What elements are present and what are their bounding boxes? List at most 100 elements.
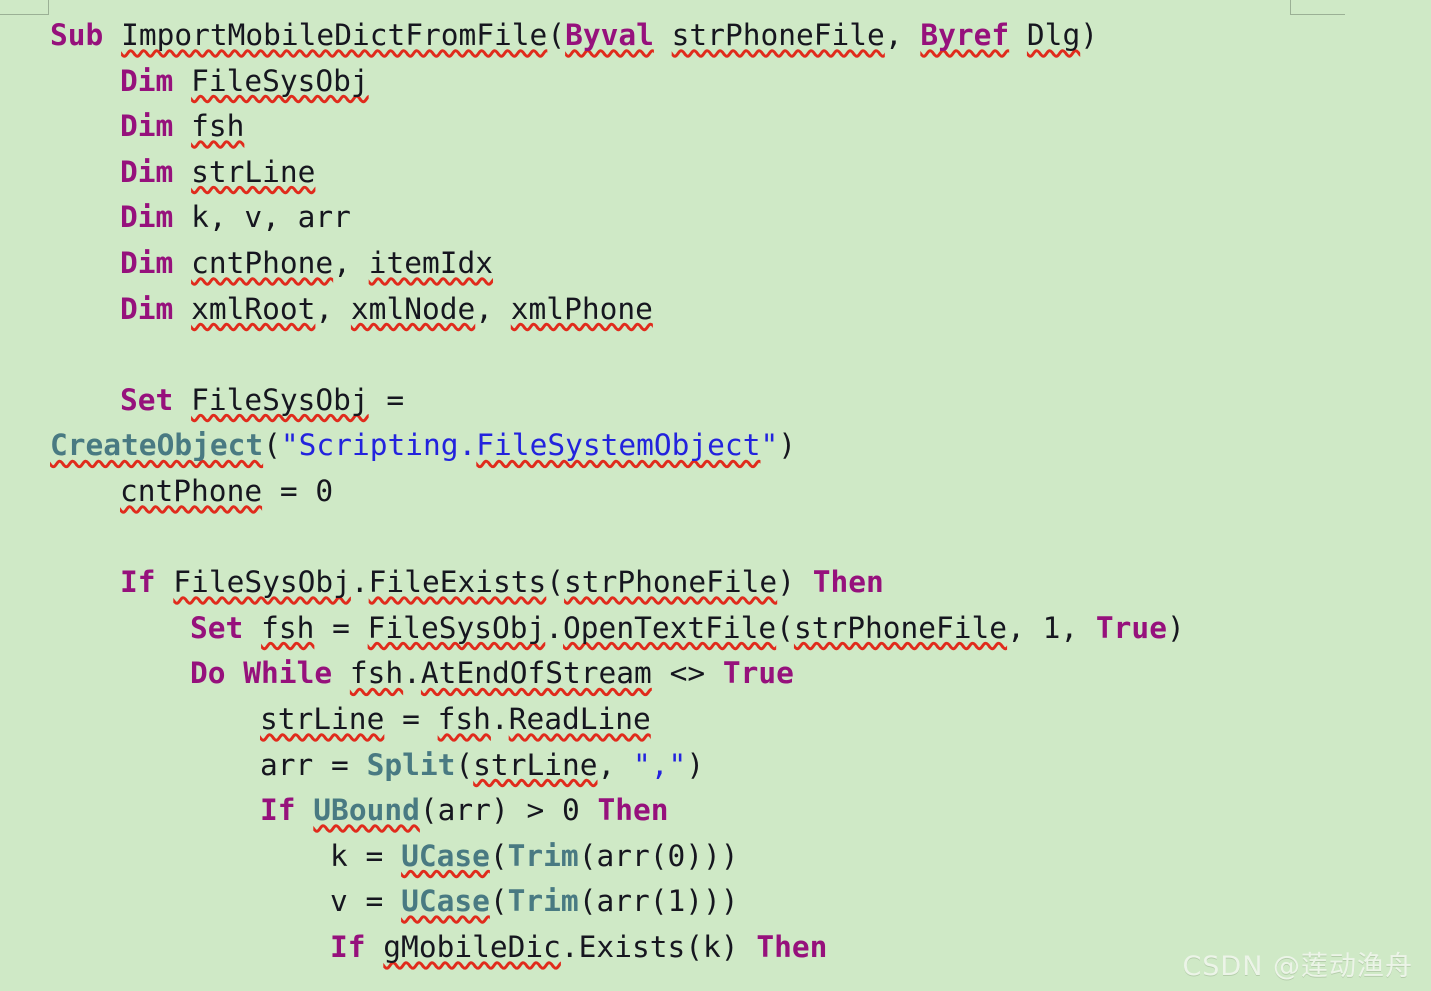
code-token: ( xyxy=(649,838,668,873)
code-token: strLine xyxy=(473,747,598,782)
code-token: ( xyxy=(455,747,474,782)
code-token: xmlNode xyxy=(350,291,476,326)
code-token: If xyxy=(260,793,296,828)
code-token: strLine xyxy=(191,154,316,189)
code-token: CreateObject xyxy=(50,428,264,463)
code-token: = xyxy=(368,382,422,417)
code-token: ) xyxy=(1166,610,1185,645)
code-token: ) > xyxy=(490,793,562,828)
code-token: k xyxy=(330,838,348,873)
code-token: , xyxy=(1007,610,1043,645)
csdn-watermark: CSDN @莲动渔舟 xyxy=(1182,951,1413,982)
code-token: , xyxy=(475,291,511,326)
code-token: ( xyxy=(649,884,668,919)
code-line: Dim cntPhone, itemIdx xyxy=(0,241,1431,287)
code-line: Dim fsh xyxy=(0,104,1431,150)
code-token: , xyxy=(597,747,634,782)
code-token: 0 xyxy=(315,473,334,508)
code-token: FileSysObj xyxy=(367,610,546,645)
code-token: xmlPhone xyxy=(510,291,653,326)
code-token: v xyxy=(330,884,348,919)
code-token: . xyxy=(350,565,369,600)
code-token: Exists xyxy=(578,929,686,964)
code-token: strLine xyxy=(260,701,385,736)
code-token: . xyxy=(490,701,509,736)
code-token: arr xyxy=(260,747,314,782)
code-token: arr xyxy=(596,838,650,873)
code-token: Dim xyxy=(120,109,174,144)
code-token: ( xyxy=(685,929,704,964)
code-token: ( xyxy=(489,838,508,873)
code-token: FileExists xyxy=(368,565,547,600)
code-line: v = UCase(Trim(arr(1))) xyxy=(0,879,1431,925)
code-token: 0 xyxy=(561,793,580,828)
code-token: ( xyxy=(578,838,597,873)
code-token: Dim xyxy=(120,291,174,326)
code-token: " xyxy=(280,428,299,463)
code-line: Dim strLine xyxy=(0,150,1431,196)
code-token: UCase xyxy=(401,884,490,919)
code-token: strPhoneFile xyxy=(671,18,885,52)
code-line: arr = Split(strLine, ",") xyxy=(0,743,1431,789)
code-token: itemIdx xyxy=(368,245,494,280)
code-token: . xyxy=(403,656,421,691)
code-token: = xyxy=(347,838,402,873)
code-token: ( xyxy=(419,793,438,828)
code-token: Split xyxy=(366,747,456,782)
code-token: True xyxy=(722,656,794,691)
code-screenshot-page: Sub ImportMobileDictFromFile(Byval strPh… xyxy=(0,0,1431,991)
code-token: Dim xyxy=(120,154,174,189)
code-token: Dlg xyxy=(1026,18,1081,52)
code-token: , xyxy=(884,18,921,52)
code-token: True xyxy=(1095,610,1167,645)
code-line: CreateObject("Scripting.FileSystemObject… xyxy=(0,423,1431,469)
code-line: If UBound(arr) > 0 Then xyxy=(0,788,1431,834)
code-token: 1 xyxy=(667,884,686,919)
code-token: fsh xyxy=(437,701,491,736)
code-token: Byref xyxy=(920,18,1010,52)
code-token: ReadLine xyxy=(508,701,651,736)
code-token: fsh xyxy=(191,109,245,144)
code-token: ))) xyxy=(685,884,739,919)
code-token: OpenTextFile xyxy=(563,610,777,645)
code-token: = xyxy=(262,473,316,508)
code-token: = xyxy=(347,884,402,919)
code-token: k xyxy=(703,929,721,964)
code-line: Set FileSysObj = xyxy=(0,378,1431,424)
code-token: ( xyxy=(263,428,281,463)
code-token: 0 xyxy=(667,838,686,873)
code-token: = xyxy=(314,610,368,645)
code-token: = xyxy=(384,701,438,736)
code-token: Dim xyxy=(120,63,174,98)
code-token: Trim xyxy=(507,838,579,873)
code-token: " xyxy=(760,428,779,463)
code-token: strPhoneFile xyxy=(793,610,1008,645)
code-line: Do While fsh.AtEndOfStream <> True xyxy=(0,651,1431,697)
code-token: ) xyxy=(686,747,705,782)
code-token: . xyxy=(545,610,564,645)
code-token: xmlRoot xyxy=(191,291,316,326)
code-token: Then xyxy=(756,929,828,964)
code-token: If xyxy=(120,565,156,600)
code-token: , xyxy=(1060,610,1096,645)
code-token: ) xyxy=(1080,18,1098,52)
code-token: Set xyxy=(190,610,244,645)
code-token: ( xyxy=(489,884,508,919)
code-line: Dim xmlRoot, xmlNode, xmlPhone xyxy=(0,287,1431,333)
code-line: Set fsh = FileSysObj.OpenTextFile(strPho… xyxy=(0,606,1431,652)
code-token: . xyxy=(560,929,579,964)
code-token: = xyxy=(313,747,367,782)
code-token: Set xyxy=(120,382,174,417)
code-token: Sub xyxy=(50,18,104,52)
